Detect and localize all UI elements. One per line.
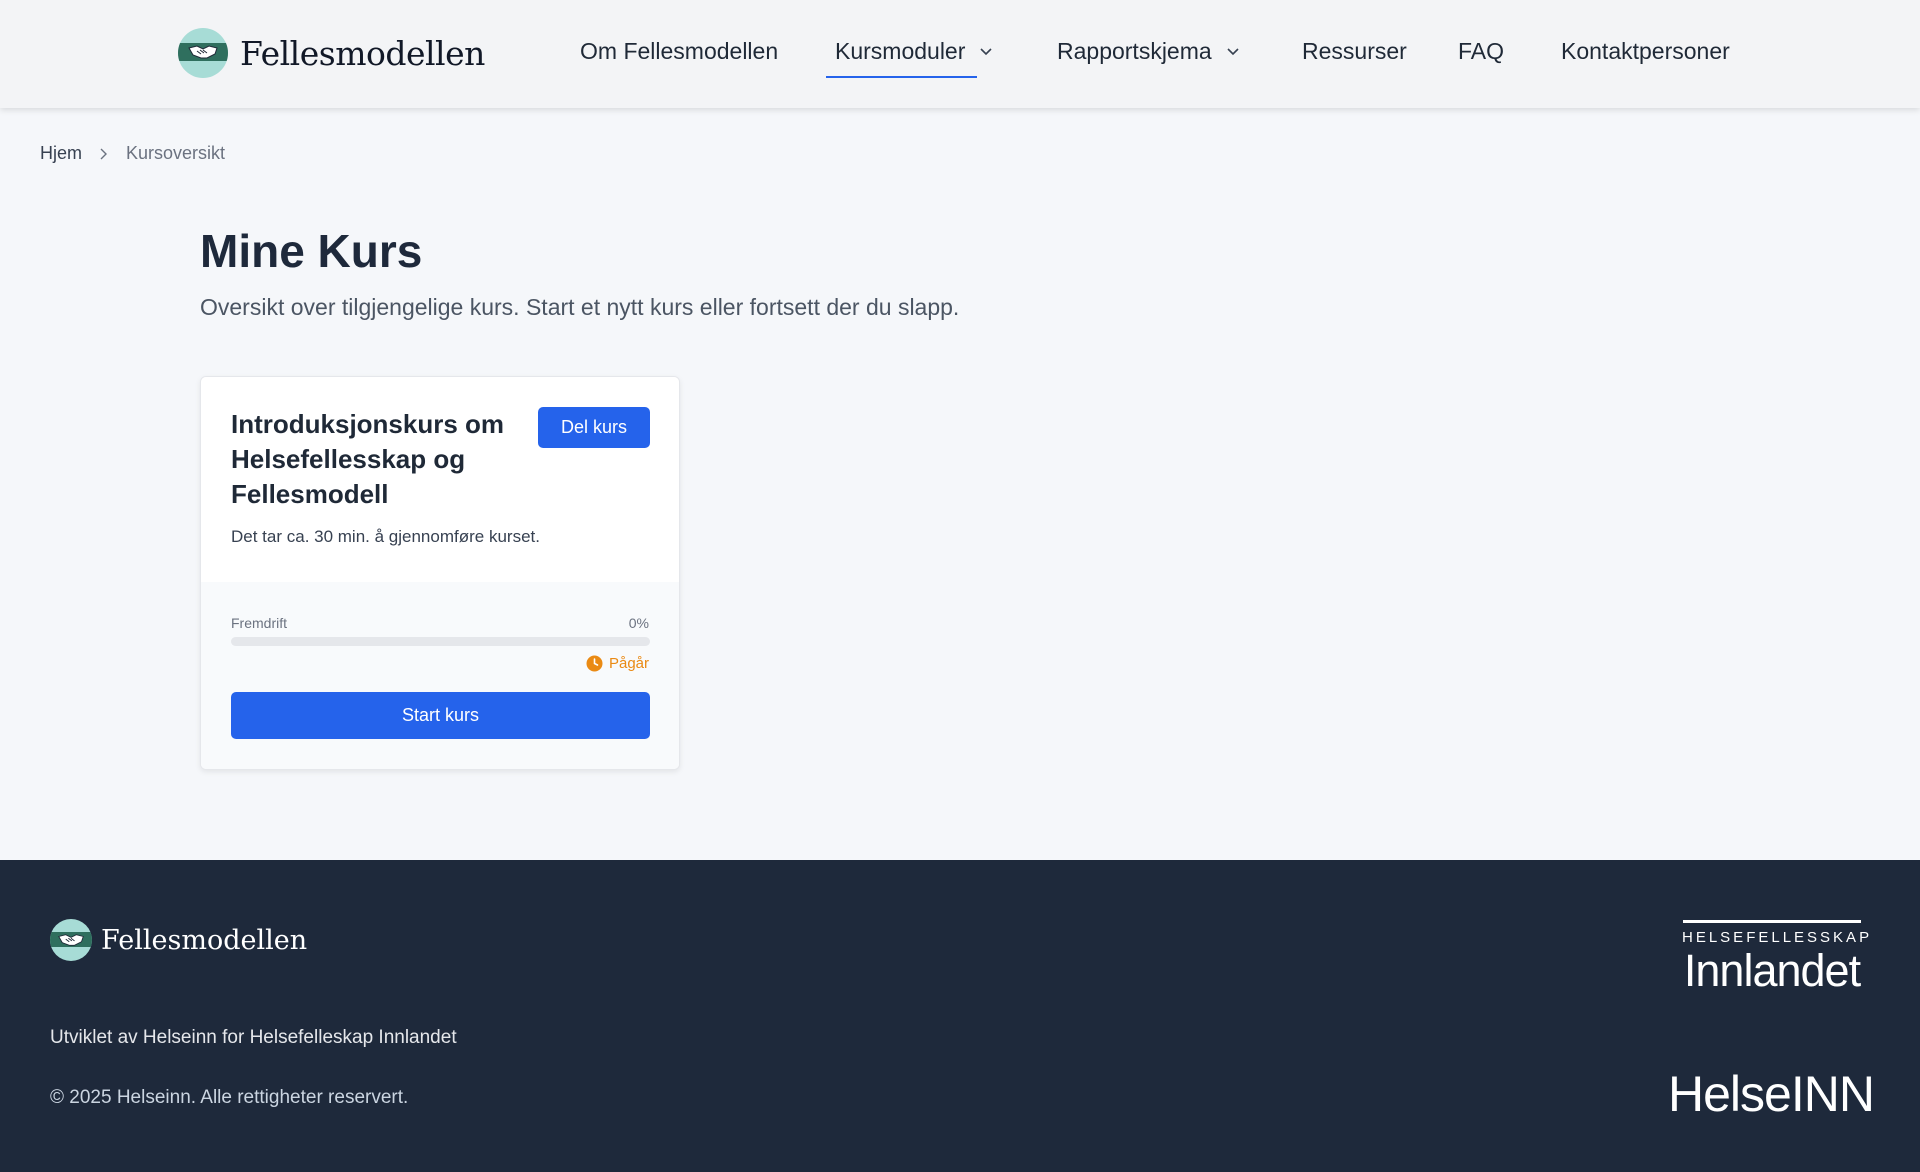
nav-kontaktpersoner[interactable]: Kontaktpersoner [1561, 38, 1730, 65]
course-title: Introduksjonskurs om Helsefellesskap og … [231, 409, 505, 509]
nav-rapportskjema[interactable]: Rapportskjema [1057, 38, 1240, 65]
nav-label: FAQ [1458, 38, 1505, 64]
nav-kursmoduler[interactable]: Kursmoduler [835, 38, 993, 65]
chevron-down-icon [1227, 47, 1239, 55]
status-label: Pågår [608, 655, 649, 672]
nav-label: Kursmoduler [835, 38, 966, 64]
breadcrumb-current: Kursoversikt [126, 143, 226, 163]
nav-label: Om Fellesmodellen [580, 38, 779, 64]
site-header: Fellesmodellen Om Fellesmodellen Kursmod… [0, 0, 1920, 108]
handshake-icon [50, 919, 92, 961]
course-card: Introduksjonskurs om Helsefellesskap og … [200, 376, 680, 770]
partner-logo-big-text: Innlandet [1683, 945, 1861, 996]
start-course-button[interactable]: Start kurs [231, 692, 650, 739]
nav-label: Kontaktpersoner [1561, 38, 1730, 64]
page-subtitle: Oversikt over tilgjengelige kurs. Start … [200, 294, 960, 320]
clock-icon [586, 655, 603, 672]
breadcrumb: Hjem Kursoversikt [40, 143, 225, 164]
active-nav-indicator [826, 76, 977, 78]
site-footer: Fellesmodellen Utviklet av Helseinn for … [0, 860, 1920, 1172]
chevron-right-icon [100, 148, 108, 159]
footer-logo-text: Fellesmodellen [101, 924, 308, 956]
progress-value: 0% [628, 615, 649, 631]
share-course-button[interactable]: Del kurs [538, 407, 650, 448]
nav-label: Rapportskjema [1057, 38, 1212, 64]
partner-logo-helseinn: HelseINN [1668, 1066, 1875, 1122]
partner-logo-helsefellesskap-innlandet: HELSEFELLESSKAP Innlandet [1682, 920, 1873, 996]
course-description: Det tar ca. 30 min. å gjennomføre kurset… [231, 527, 540, 546]
nav-label: Ressurser [1302, 38, 1407, 64]
progress-label: Fremdrift [231, 615, 287, 631]
chevron-down-icon [980, 47, 992, 55]
breadcrumb-home[interactable]: Hjem [40, 143, 82, 164]
nav-ressurser[interactable]: Ressurser [1302, 38, 1407, 65]
progress-bar [231, 637, 650, 646]
nav-faq[interactable]: FAQ [1458, 38, 1504, 65]
footer-logo[interactable]: Fellesmodellen [50, 919, 307, 961]
status-badge: Pågår [586, 655, 649, 672]
course-card-footer [201, 582, 679, 769]
partner-logo-small-text: HELSEFELLESSKAP [1682, 929, 1873, 946]
page-title: Mine Kurs [200, 225, 423, 277]
course-card-body: Introduksjonskurs om Helsefellesskap og … [201, 377, 679, 582]
main-nav: Om Fellesmodellen Kursmoduler Rapportskj… [0, 0, 1920, 108]
nav-om-fellesmodellen[interactable]: Om Fellesmodellen [580, 38, 778, 65]
footer-copyright: © 2025 Helseinn. Alle rettigheter reserv… [50, 1087, 409, 1108]
footer-developed-by: Utviklet av Helseinn for Helsefelleskap … [50, 1027, 457, 1048]
